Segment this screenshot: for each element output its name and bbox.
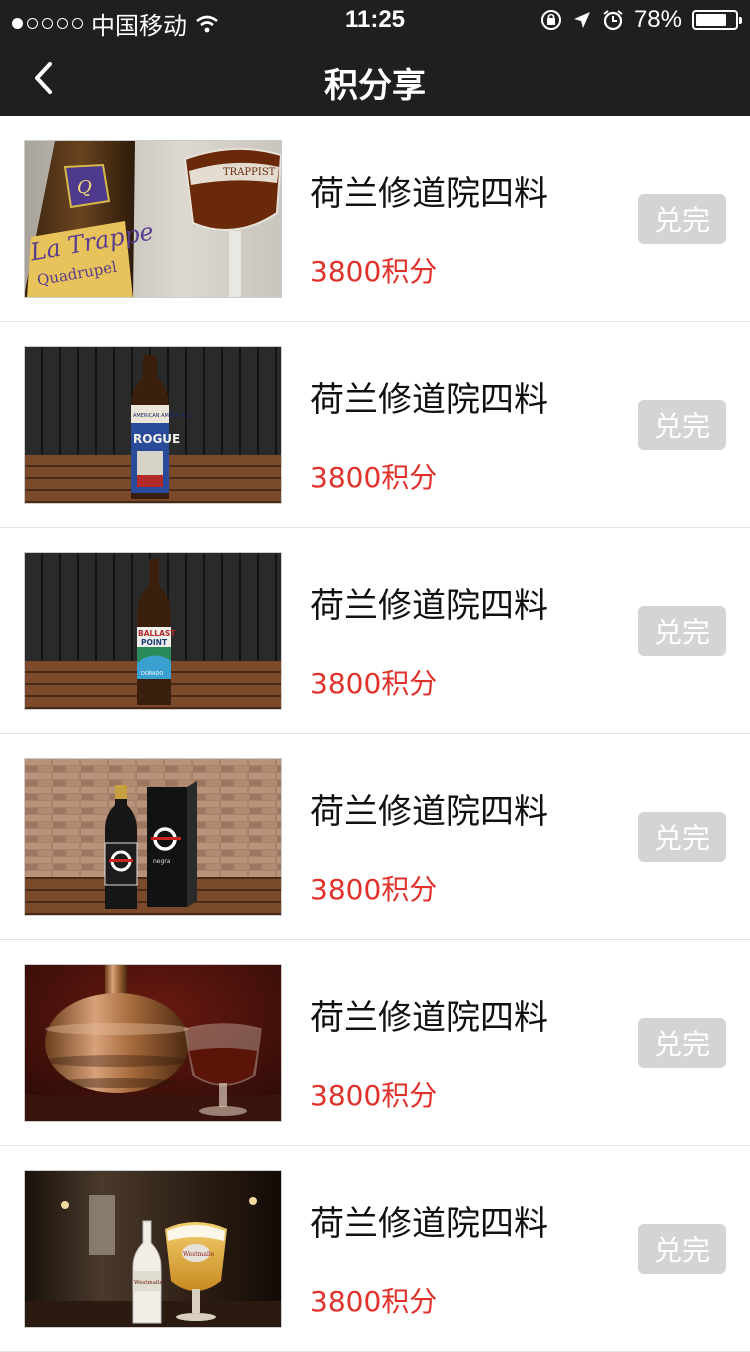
redeem-button[interactable]: 兑完 [638, 400, 726, 450]
page-title: 积分享 [324, 66, 426, 106]
thumb-text-westmalle-glass: Westmalle [183, 1251, 215, 1258]
list-item[interactable]: 荷兰修道院四料 3800积分 兑完 [0, 940, 750, 1146]
product-image: Westmalle Westmalle [24, 1170, 282, 1328]
product-image [24, 964, 282, 1122]
redeem-button[interactable]: 兑完 [638, 1224, 726, 1274]
redeem-button[interactable]: 兑完 [638, 606, 726, 656]
thumb-text-dorado: DORADO [141, 671, 163, 677]
thumb-text-ballast: BALLAST [138, 629, 176, 638]
product-name: 荷兰修道院四料 [310, 998, 548, 1038]
redeem-button[interactable]: 兑完 [638, 812, 726, 862]
battery-percent: 78% [633, 6, 682, 33]
product-image: BALLAST POINT DORADO [24, 552, 282, 710]
product-name: 荷兰修道院四料 [310, 586, 548, 626]
list-item[interactable]: Q La Trappe Quadrupel TRAPPIST 荷兰修道院四料 3… [0, 116, 750, 322]
product-image: Q La Trappe Quadrupel TRAPPIST [24, 140, 282, 298]
product-points: 3800积分 [310, 255, 438, 288]
product-points: 3800积分 [310, 461, 438, 494]
rotation-lock-icon [540, 10, 561, 30]
list-item[interactable]: AMERICAN AMBER ALE ROGUE 荷兰修道院四料 3800积分 … [0, 322, 750, 528]
battery-icon [692, 10, 742, 30]
thumb-text-westmalle-bottle: Westmalle [134, 1280, 163, 1286]
list-item[interactable]: BALLAST POINT DORADO 荷兰修道院四料 3800积分 兑完 [0, 528, 750, 734]
product-name: 荷兰修道院四料 [310, 174, 548, 214]
product-points: 3800积分 [310, 1079, 438, 1112]
thumb-text-rogue: ROGUE [133, 432, 180, 446]
product-name: 荷兰修道院四料 [310, 380, 548, 420]
thumb-text-style: AMERICAN AMBER ALE [133, 413, 190, 419]
list-item[interactable]: Westmalle Westmalle 荷兰修道院四料 3800积分 兑完 [0, 1146, 750, 1352]
redeem-button[interactable]: 兑完 [638, 1018, 726, 1068]
status-right-group: 78% [540, 6, 742, 34]
thumb-text-quadrupel-qt: Q [77, 177, 92, 198]
status-bar: 中国移动 11:25 78% [0, 0, 750, 40]
list-item[interactable]: negra 荷兰修道院四料 3800积分 兑完 [0, 734, 750, 940]
location-arrow-icon [573, 12, 590, 28]
redeem-button[interactable]: 兑完 [638, 194, 726, 244]
thumb-text-point: POINT [141, 638, 168, 647]
product-points: 3800积分 [310, 667, 438, 700]
product-points: 3800积分 [310, 873, 438, 906]
battery-fill [696, 14, 726, 26]
product-image: negra [24, 758, 282, 916]
product-image: AMERICAN AMBER ALE ROGUE [24, 346, 282, 504]
nav-bar: 积分享 [0, 40, 750, 116]
alarm-icon [603, 10, 623, 31]
product-name: 荷兰修道院四料 [310, 1204, 548, 1244]
thumb-text-trappist: TRAPPIST [223, 167, 276, 178]
thumb-text-negra: negra [153, 858, 171, 865]
product-points: 3800积分 [310, 1285, 438, 1318]
product-name: 荷兰修道院四料 [310, 792, 548, 832]
product-list: Q La Trappe Quadrupel TRAPPIST 荷兰修道院四料 3… [0, 116, 750, 1352]
